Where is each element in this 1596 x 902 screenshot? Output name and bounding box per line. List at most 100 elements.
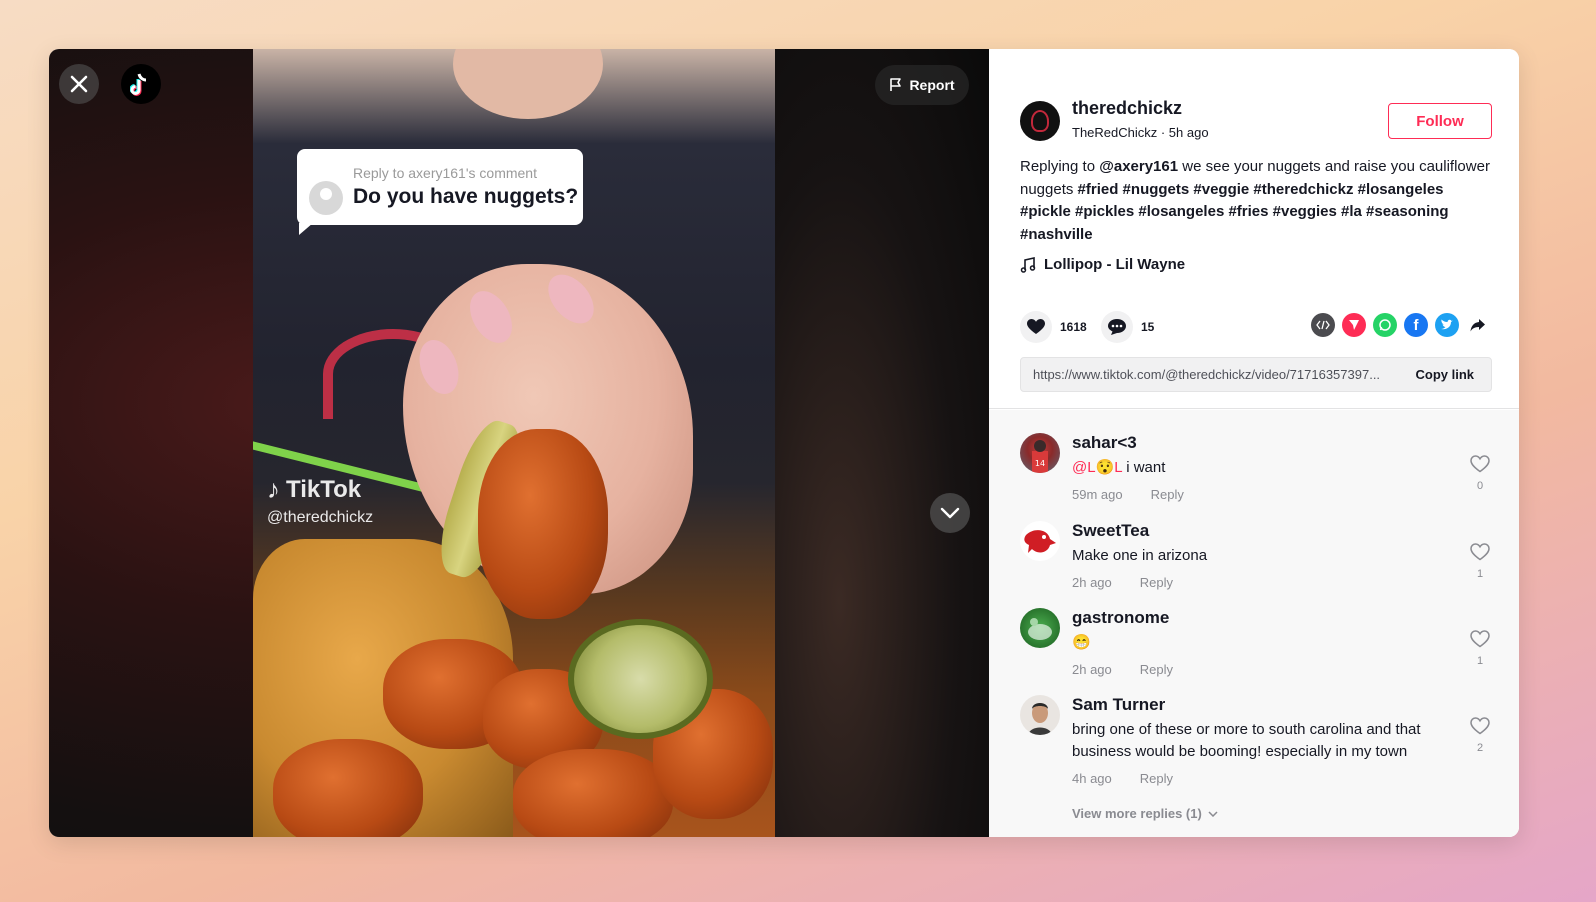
video-blur-background [775,49,989,837]
comment-button[interactable] [1101,311,1133,343]
close-icon [70,75,88,93]
comment-author[interactable]: Sam Turner [1072,695,1165,715]
comment-count: 15 [1141,320,1155,334]
video-link-box: https://www.tiktok.com/@theredchickz/vid… [1020,357,1492,392]
report-label: Report [909,77,955,93]
comment-text: Make one in arizona [1072,547,1208,564]
comment-meta: 59m ago Reply [1072,487,1184,502]
heart-outline-icon [1470,717,1490,735]
comment-item: Sam Turner bring one of these or more to… [1020,695,1500,795]
comment-reply-button[interactable]: Reply [1151,487,1184,502]
comment-bubble-icon [1108,319,1126,335]
video-person-face [453,49,603,119]
comment-meta: 4h ago Reply [1072,771,1173,786]
details-panel: theredchickz TheRedChickz · 5h ago Follo… [989,49,1519,837]
like-count: 1618 [1060,320,1087,334]
comment-avatar[interactable] [1020,521,1060,561]
comment-like-count: 2 [1476,742,1484,754]
music-note-icon [1020,256,1036,273]
heart-outline-icon [1470,543,1490,561]
comment-author[interactable]: SweetTea [1072,521,1149,541]
comments-list[interactable]: 14 sahar<3 @L😯L i want 59m ago Reply 0 S… [989,410,1519,837]
comment-like[interactable]: 1 [1468,630,1492,667]
comment-like[interactable]: 0 [1468,455,1492,492]
video-modal: Reply to axery161's comment Do you have … [49,49,1519,837]
view-more-replies-button[interactable]: View more replies (1) [1072,806,1218,821]
comment-like[interactable]: 2 [1468,717,1492,754]
comment-avatar[interactable]: 14 [1020,433,1060,473]
avatar [309,181,343,215]
video-pickle-slice [568,619,713,739]
video-info-section: theredchickz TheRedChickz · 5h ago Follo… [989,49,1519,409]
like-stat[interactable]: 1618 [1020,311,1087,343]
music-title: Lollipop - Lil Wayne [1044,256,1186,273]
caption-prefix: Replying to [1020,158,1100,175]
comment-like[interactable]: 1 [1468,543,1492,580]
report-button[interactable]: Report [875,65,969,105]
tiktok-logo-button[interactable] [121,64,161,104]
comment-mention[interactable]: @L😯L [1072,459,1122,476]
comment-reply-button[interactable]: Reply [1140,662,1173,677]
video-caption: Replying to @axery161 we see your nugget… [1020,156,1495,246]
author-subtitle: TheRedChickz · 5h ago [1072,125,1209,140]
twitter-icon[interactable] [1435,313,1459,337]
copy-link-button[interactable]: Copy link [1415,367,1474,382]
comment-reply-button[interactable]: Reply [1140,771,1173,786]
chevron-down-icon [940,507,960,519]
comment-author[interactable]: gastronome [1072,608,1169,628]
view-more-label: View more replies (1) [1072,806,1202,821]
comment-body: i want [1122,459,1166,476]
comment-stat[interactable]: 15 [1101,311,1154,343]
video-nugget [478,429,608,619]
author-username[interactable]: theredchickz [1072,98,1182,119]
close-button[interactable] [59,64,99,104]
comment-meta: 2h ago Reply [1072,575,1173,590]
watermark-handle: @theredchickz [267,509,374,526]
comment-item: SweetTea Make one in arizona 2h ago Repl… [1020,521,1500,596]
share-buttons: f [1311,313,1490,337]
share-arrow-icon[interactable] [1466,313,1490,337]
tiktok-note-icon: ♪ [267,474,280,504]
video-nugget [513,749,673,837]
comment-time: 59m ago [1072,487,1123,502]
comment-item: 14 sahar<3 @L😯L i want 59m ago Reply 0 [1020,433,1500,508]
comment-reply-button[interactable]: Reply [1140,575,1173,590]
video-nugget [273,739,423,837]
comment-avatar[interactable] [1020,695,1060,735]
comment-text: @L😯L i want [1072,457,1442,479]
next-video-button[interactable] [930,493,970,533]
comment-time: 4h ago [1072,771,1112,786]
send-icon[interactable] [1342,313,1366,337]
chevron-down-icon [1208,810,1218,817]
heart-outline-icon [1470,630,1490,648]
reply-label: Reply to axery161's comment [353,165,537,181]
heart-icon [1027,319,1045,334]
comment-author[interactable]: sahar<3 [1072,433,1137,453]
video-link-url[interactable]: https://www.tiktok.com/@theredchickz/vid… [1033,367,1380,382]
facebook-icon[interactable]: f [1404,313,1428,337]
svg-text:14: 14 [1035,459,1045,468]
like-button[interactable] [1020,311,1052,343]
caption-mention[interactable]: @axery161 [1099,158,1178,175]
comment-item: gastronome 😁 2h ago Reply 1 [1020,608,1500,683]
comment-text: bring one of these or more to south caro… [1072,721,1421,760]
follow-button[interactable]: Follow [1388,103,1492,139]
whatsapp-icon[interactable] [1373,313,1397,337]
watermark-brand: TikTok [286,475,362,503]
comment-time: 2h ago [1072,575,1112,590]
author-avatar[interactable] [1020,101,1060,141]
flag-icon [890,78,902,91]
reply-text: Do you have nuggets? [353,185,579,208]
heart-outline-icon [1470,455,1490,473]
reply-comment-sticker: Reply to axery161's comment Do you have … [297,149,583,235]
comment-avatar[interactable] [1020,608,1060,648]
embed-icon[interactable] [1311,313,1335,337]
comment-like-count: 0 [1476,480,1484,492]
video-area[interactable]: Reply to axery161's comment Do you have … [49,49,989,837]
music-link[interactable]: Lollipop - Lil Wayne [1020,256,1185,273]
tiktok-logo-icon [130,73,147,96]
comment-time: 2h ago [1072,662,1112,677]
comment-text: 😁 [1072,634,1091,651]
comment-like-count: 1 [1476,568,1484,580]
caption-hashtags[interactable]: #fried #nuggets #veggie #theredchickz #l… [1020,181,1449,243]
